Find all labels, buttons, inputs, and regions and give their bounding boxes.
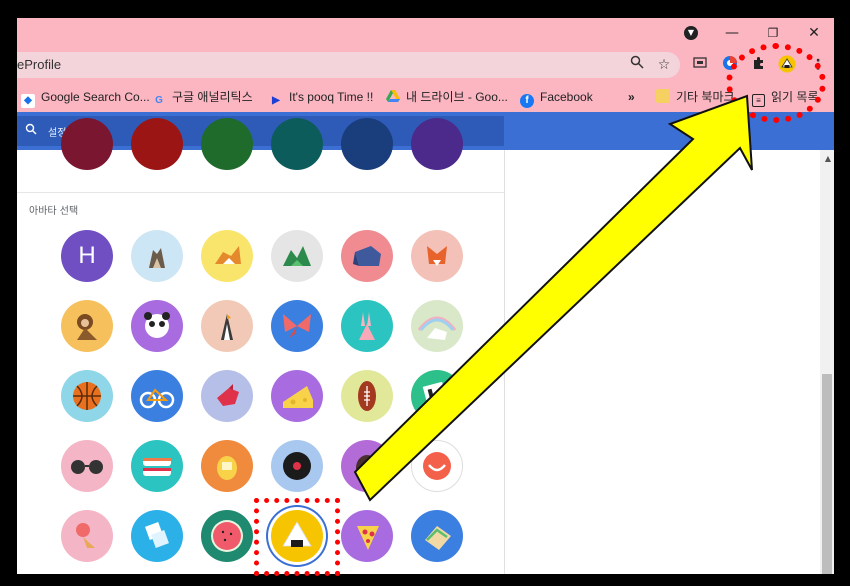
annotation-arrow <box>353 94 753 502</box>
